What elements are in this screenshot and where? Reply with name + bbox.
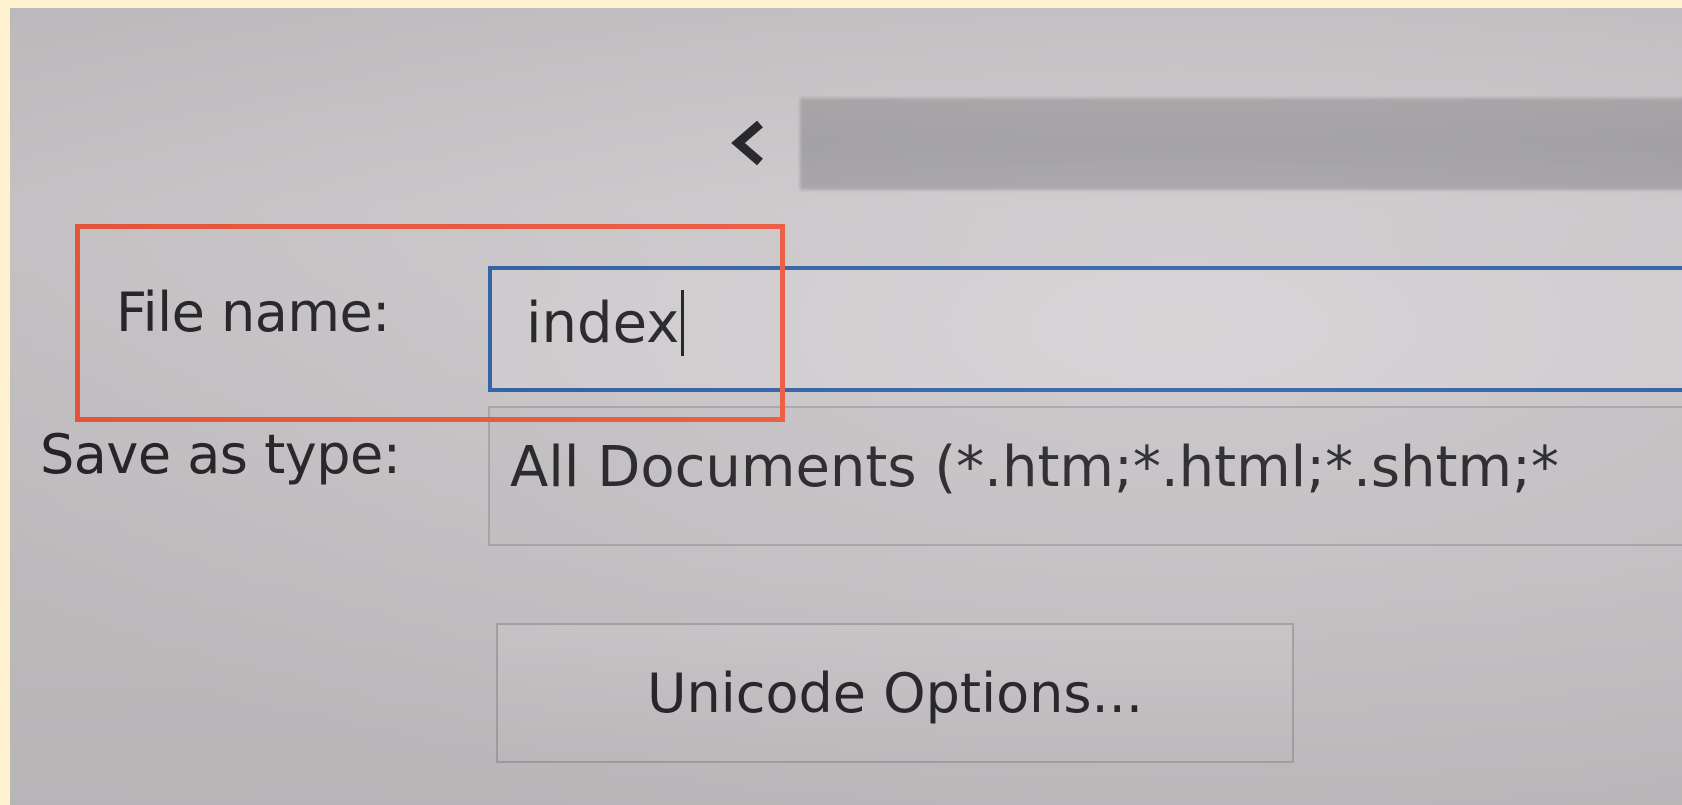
text-caret <box>681 290 685 356</box>
file-name-text: index <box>526 291 680 356</box>
unicode-options-button[interactable]: Unicode Options... <box>496 623 1294 763</box>
save-dialog-photo: File name: index Save as type: All Docum… <box>10 8 1682 805</box>
save-as-type-select[interactable]: All Documents (*.htm;*.html;*.shtm;* <box>488 406 1682 546</box>
file-name-label: File name: <box>116 281 390 344</box>
address-bar[interactable] <box>800 98 1682 190</box>
save-as-type-value: All Documents (*.htm;*.html;*.shtm;* <box>510 435 1559 500</box>
file-name-input[interactable]: index <box>488 266 1682 392</box>
file-name-value[interactable]: index <box>526 290 685 357</box>
chevron-left-icon[interactable] <box>725 115 771 171</box>
save-as-type-label: Save as type: <box>40 423 401 486</box>
